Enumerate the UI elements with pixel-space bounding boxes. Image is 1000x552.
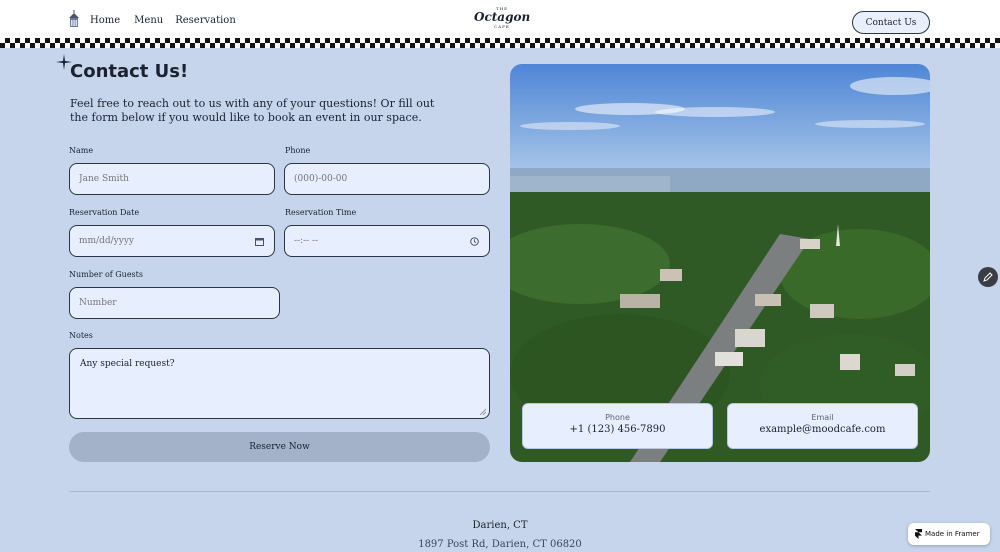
guests-input[interactable] [79,298,249,308]
calendar-icon[interactable] [255,237,264,246]
phone-card-value[interactable]: +1 (123) 456-7890 [523,424,712,435]
notes-placeholder: Any special request? [80,359,175,369]
nav-home[interactable]: Home [90,15,120,26]
clock-icon[interactable] [470,237,479,246]
reservation-time-field[interactable] [284,225,490,257]
nav-reservation[interactable]: Reservation [175,15,236,26]
edit-button[interactable] [978,267,998,287]
reservation-date-label: Reservation Date [69,208,140,217]
reservation-time-label: Reservation Time [285,208,357,217]
reservation-time-input[interactable] [294,236,460,246]
email-card: Email example@moodcafe.com [727,403,918,449]
email-card-value[interactable]: example@moodcafe.com [728,424,917,435]
name-input[interactable] [79,174,245,184]
notes-textarea[interactable]: Any special request? [69,348,490,419]
made-in-framer-text: Made in Framer [925,530,980,538]
reservation-date-input[interactable] [79,236,245,246]
footer-divider [69,491,930,492]
made-in-framer-badge[interactable]: Made in Framer [908,523,990,545]
name-field[interactable] [69,163,275,195]
contact-us-button[interactable]: Contact Us [852,11,930,34]
nav-menu[interactable]: Menu [134,15,163,26]
reserve-now-button[interactable]: Reserve Now [69,432,490,462]
logo-main-text: Octagon [474,10,531,24]
reservation-date-field[interactable] [69,225,275,257]
page-title: Contact Us! [70,61,189,82]
phone-card-label: Phone [605,413,630,422]
logo-bottom-text: CAFE [494,24,510,29]
main-nav: Home Menu Reservation [68,10,236,28]
framer-icon [915,529,922,539]
phone-input[interactable] [294,174,460,184]
guests-label: Number of Guests [69,270,143,279]
resize-grip-icon[interactable] [479,408,486,415]
phone-label: Phone [285,146,311,155]
checkered-border [0,38,1000,48]
footer-city: Darien, CT [472,520,528,531]
email-card-label: Email [811,413,834,422]
logo[interactable]: THE Octagon CAFE [474,6,530,29]
name-label: Name [69,146,94,155]
phone-field[interactable] [284,163,490,195]
guests-field[interactable] [69,287,280,319]
intro-text: Feel free to reach out to us with any of… [70,97,435,124]
notes-label: Notes [69,331,93,340]
footer-address: 1897 Post Rd, Darien, CT 06820 [418,539,582,550]
phone-card: Phone +1 (123) 456-7890 [522,403,713,449]
home-icon[interactable] [68,10,80,28]
edit-icon [983,272,993,282]
